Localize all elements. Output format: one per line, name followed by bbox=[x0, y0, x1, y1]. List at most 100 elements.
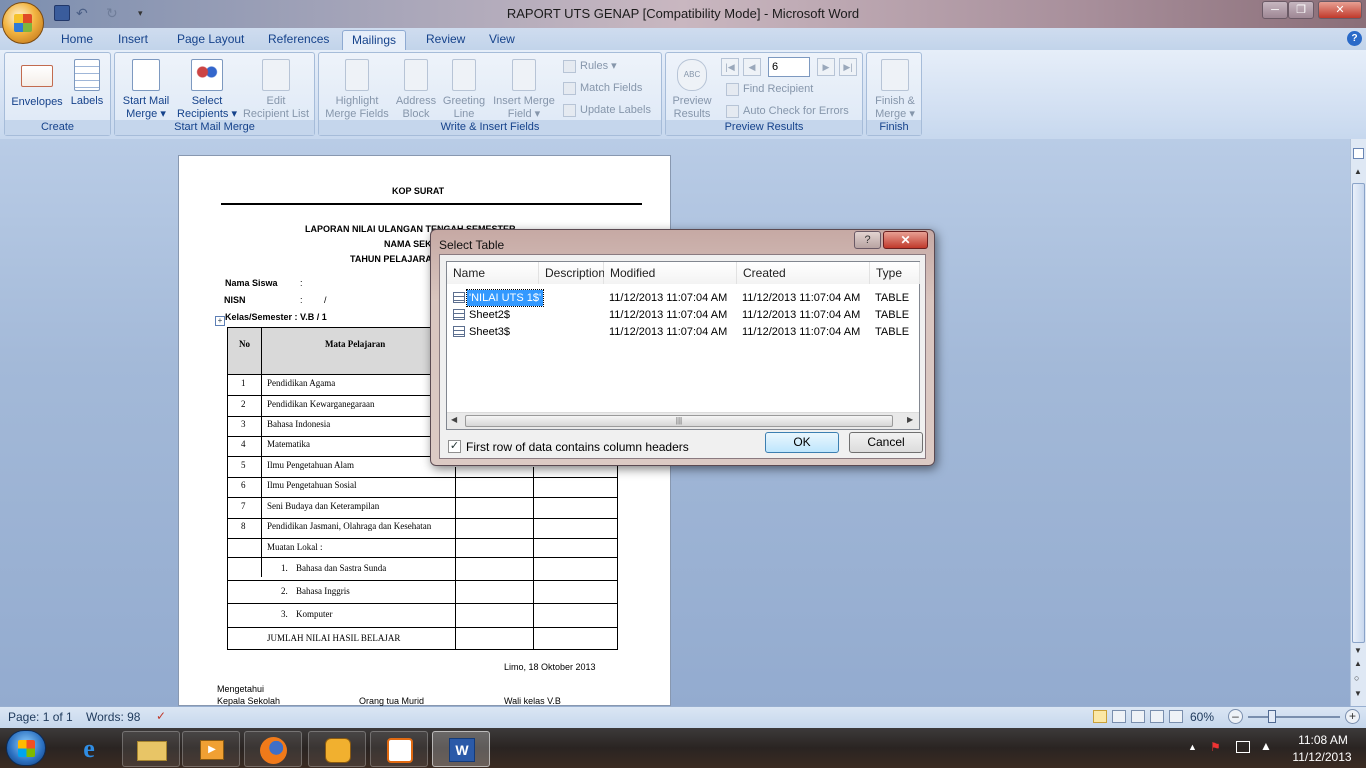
outline-icon[interactable] bbox=[1150, 710, 1164, 723]
column-header-created[interactable]: Created bbox=[737, 262, 870, 284]
tab-insert[interactable]: Insert bbox=[109, 30, 157, 50]
page-count[interactable]: Page: 1 of 1 bbox=[8, 710, 73, 724]
scroll-left-icon[interactable]: ◀ bbox=[451, 415, 457, 424]
ruler-toggle-icon[interactable] bbox=[1353, 148, 1364, 159]
previous-page-icon[interactable]: ▲ bbox=[1354, 659, 1362, 668]
table-move-handle-icon[interactable]: + bbox=[215, 316, 225, 326]
zoom-in-icon[interactable]: + bbox=[1345, 709, 1360, 724]
table-list-row[interactable]: Sheet3$ 11/12/2013 11:07:04 AM 11/12/201… bbox=[447, 324, 919, 340]
internet-explorer-icon[interactable]: e bbox=[72, 734, 106, 764]
muatan-lokal-label: Muatan Lokal : bbox=[267, 542, 323, 552]
column-header-type[interactable]: Type bbox=[870, 262, 920, 284]
start-button[interactable] bbox=[6, 730, 46, 766]
next-record-icon[interactable]: ▶ bbox=[817, 58, 835, 76]
scroll-down-icon[interactable]: ▼ bbox=[1354, 646, 1362, 655]
highlight-merge-fields-button[interactable]: Highlight Merge Fields bbox=[321, 59, 393, 121]
help-icon[interactable]: ? bbox=[1347, 31, 1362, 46]
next-page-icon[interactable]: ▼ bbox=[1354, 689, 1362, 698]
file-explorer-icon[interactable] bbox=[122, 731, 180, 767]
scroll-right-icon[interactable]: ▶ bbox=[907, 415, 913, 424]
labels-button[interactable]: Labels bbox=[67, 59, 107, 108]
tab-mailings[interactable]: Mailings bbox=[342, 30, 407, 50]
tab-references[interactable]: References bbox=[259, 30, 338, 50]
tab-home[interactable]: Home bbox=[52, 30, 102, 50]
maximize-button[interactable]: ❐ bbox=[1288, 1, 1314, 19]
match-fields-button[interactable]: Match Fields bbox=[563, 80, 642, 96]
print-layout-icon[interactable] bbox=[1093, 710, 1107, 723]
full-screen-reading-icon[interactable] bbox=[1112, 710, 1126, 723]
web-layout-icon[interactable] bbox=[1131, 710, 1145, 723]
rules-button[interactable]: Rules ▾ bbox=[563, 58, 617, 74]
column-header-description[interactable]: Description bbox=[539, 262, 605, 284]
show-hidden-icons[interactable]: ▲ bbox=[1188, 742, 1197, 752]
first-row-headers-label[interactable]: First row of data contains column header… bbox=[466, 440, 689, 454]
record-number-input[interactable]: 6 bbox=[768, 57, 810, 77]
clock-date[interactable]: 11/12/2013 bbox=[1284, 750, 1360, 764]
envelopes-button[interactable]: Envelopes bbox=[9, 59, 65, 109]
greeting-line-button[interactable]: Greeting Line bbox=[439, 59, 489, 121]
column-header-modified[interactable]: Modified bbox=[604, 262, 737, 284]
previous-record-icon[interactable]: ◀ bbox=[743, 58, 761, 76]
finish-merge-button[interactable]: Finish & Merge ▾ bbox=[869, 59, 921, 121]
update-labels-button[interactable]: Update Labels bbox=[563, 102, 651, 118]
draft-icon[interactable] bbox=[1169, 710, 1183, 723]
find-recipient-button[interactable]: Find Recipient bbox=[726, 81, 813, 97]
zoom-slider-thumb[interactable] bbox=[1268, 710, 1276, 723]
action-center-icon[interactable]: ⚑ bbox=[1210, 740, 1226, 754]
table-list-row[interactable]: 'NILAI UTS 1$' 11/12/2013 11:07:04 AM 11… bbox=[447, 289, 919, 307]
preview-results-button[interactable]: ABC Preview Results bbox=[668, 59, 716, 121]
finish-label-1: Finish & bbox=[875, 95, 915, 107]
word-count[interactable]: Words: 98 bbox=[86, 710, 140, 724]
muatan-item-no: 1. bbox=[281, 563, 288, 573]
finish-merge-icon bbox=[881, 59, 909, 91]
ok-button[interactable]: OK bbox=[765, 432, 839, 453]
tab-page-layout[interactable]: Page Layout bbox=[168, 30, 253, 50]
table-list[interactable]: Name Description Modified Created Type '… bbox=[446, 261, 920, 430]
row-type: TABLE bbox=[875, 309, 910, 321]
edit-recipient-list-button[interactable]: Edit Recipient List bbox=[239, 59, 313, 121]
dialog-close-button[interactable]: ✕ bbox=[883, 231, 928, 249]
first-record-icon[interactable]: |◀ bbox=[721, 58, 739, 76]
select-recipients-label-1: Select bbox=[191, 95, 223, 107]
app-taskbar-icon[interactable] bbox=[308, 731, 366, 767]
group-start-mail-merge-label: Start Mail Merge bbox=[115, 120, 314, 135]
tab-view[interactable]: View bbox=[480, 30, 524, 50]
list-horizontal-scrollbar[interactable]: ◀ ||| ▶ bbox=[447, 412, 919, 429]
list-scroll-thumb[interactable]: ||| bbox=[465, 415, 893, 427]
select-recipients-button[interactable]: Select Recipients ▾ bbox=[175, 59, 239, 121]
group-create-label: Create bbox=[5, 120, 110, 135]
close-button[interactable]: ✕ bbox=[1318, 1, 1362, 19]
zoom-out-icon[interactable]: – bbox=[1228, 709, 1243, 724]
scrollbar-thumb[interactable] bbox=[1352, 183, 1365, 643]
cancel-button[interactable]: Cancel bbox=[849, 432, 923, 453]
group-preview-label: Preview Results bbox=[666, 120, 862, 135]
tab-review[interactable]: Review bbox=[417, 30, 474, 50]
minimize-button[interactable]: ─ bbox=[1262, 1, 1288, 19]
display-icon[interactable] bbox=[1236, 741, 1250, 753]
address-block-button[interactable]: Address Block bbox=[393, 59, 439, 121]
volume-icon[interactable]: ▲ bbox=[1260, 739, 1272, 753]
row-line bbox=[227, 518, 618, 519]
table-icon bbox=[453, 326, 465, 337]
network-app-icon[interactable] bbox=[370, 731, 428, 767]
insert-merge-field-button[interactable]: Insert Merge Field ▾ bbox=[489, 59, 559, 121]
select-browse-object-icon[interactable]: ○ bbox=[1354, 673, 1359, 683]
vertical-scrollbar[interactable]: ▲ ▼ ▲ ○ ▼ bbox=[1350, 139, 1366, 706]
media-player-icon[interactable]: ▶ bbox=[182, 731, 240, 767]
start-mail-merge-button[interactable]: Start Mail Merge ▾ bbox=[117, 59, 175, 121]
zoom-level[interactable]: 60% bbox=[1190, 710, 1214, 724]
dialog-help-button[interactable]: ? bbox=[854, 231, 881, 249]
zoom-slider-track[interactable] bbox=[1248, 716, 1340, 718]
scroll-up-icon[interactable]: ▲ bbox=[1354, 167, 1362, 176]
office-button[interactable] bbox=[2, 2, 44, 44]
column-header-name[interactable]: Name bbox=[447, 262, 539, 284]
table-list-row[interactable]: Sheet2$ 11/12/2013 11:07:04 AM 11/12/201… bbox=[447, 307, 919, 323]
word-taskbar-icon[interactable]: W bbox=[432, 731, 490, 767]
firefox-icon[interactable] bbox=[244, 731, 302, 767]
clock-time[interactable]: 11:08 AM bbox=[1290, 733, 1356, 747]
proofing-icon[interactable]: ✓ bbox=[156, 709, 172, 723]
group-finish-label: Finish bbox=[867, 120, 921, 135]
last-record-icon[interactable]: ▶| bbox=[839, 58, 857, 76]
first-row-headers-checkbox[interactable]: ✓ bbox=[448, 440, 461, 453]
auto-check-errors-button[interactable]: Auto Check for Errors bbox=[726, 103, 849, 119]
